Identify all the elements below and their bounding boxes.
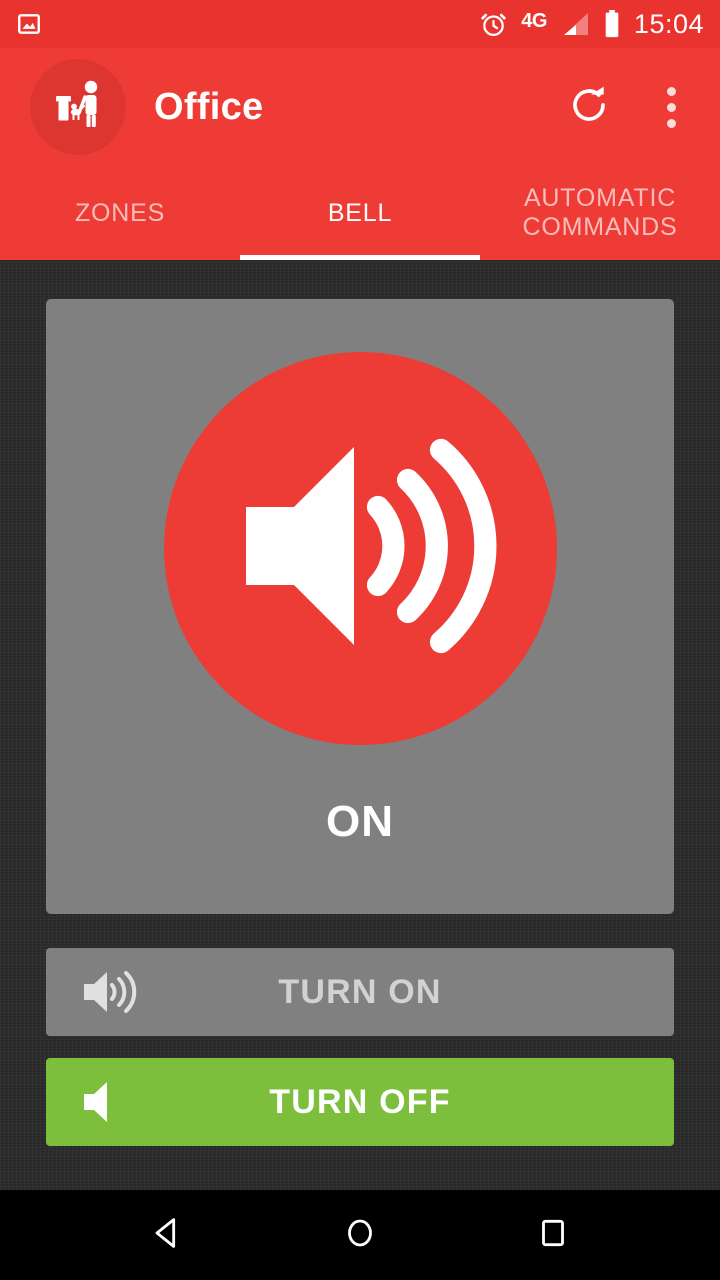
tab-zones-label: ZONES xyxy=(74,198,166,227)
alarm-clock-icon xyxy=(479,10,508,39)
tab-automatic-commands[interactable]: AUTOMATIC COMMANDS xyxy=(480,166,720,260)
app-title: Office xyxy=(154,85,264,128)
turn-off-button[interactable]: TURN OFF xyxy=(46,1058,674,1146)
status-bar-clock: 15:04 xyxy=(633,8,704,39)
android-nav-bar xyxy=(0,1190,720,1280)
back-triangle-icon xyxy=(147,1213,187,1258)
bell-state-indicator xyxy=(163,352,557,745)
refresh-button[interactable] xyxy=(562,80,616,134)
turn-on-button[interactable]: TURN ON xyxy=(46,948,674,1036)
status-bar-system-icons: 4G 15:04 xyxy=(479,10,704,39)
phone-screen: 4G 15:04 Office ZONES BELL AUTOMATIC COM… xyxy=(0,0,720,1280)
main-content: ON TURN ON TURN OFF xyxy=(0,260,720,1190)
speaker-loud-icon xyxy=(222,423,498,674)
tab-zones[interactable]: ZONES xyxy=(0,166,240,260)
nav-recents-button[interactable] xyxy=(518,1200,588,1270)
home-circle-icon xyxy=(340,1213,380,1258)
tab-bell-label: BELL xyxy=(327,198,393,227)
bell-state-card: ON xyxy=(46,299,674,914)
image-icon xyxy=(16,11,42,37)
refresh-icon xyxy=(568,84,610,131)
speaker-mute-icon xyxy=(80,1076,142,1128)
recents-square-icon xyxy=(533,1213,573,1258)
status-bar-notifications xyxy=(16,11,42,37)
status-bar: 4G 15:04 xyxy=(0,0,720,48)
family-pet-logo-icon xyxy=(47,74,109,141)
signal-bars-icon xyxy=(560,11,590,37)
app-logo xyxy=(30,59,126,155)
network-type-label: 4G xyxy=(521,10,547,32)
app-bar: Office xyxy=(0,48,720,166)
app-bar-actions xyxy=(562,80,698,134)
tab-automatic-commands-label: AUTOMATIC COMMANDS xyxy=(522,184,678,241)
battery-icon xyxy=(603,10,621,38)
overflow-menu-icon xyxy=(666,86,676,128)
tab-bar: ZONES BELL AUTOMATIC COMMANDS xyxy=(0,166,720,260)
speaker-waves-icon xyxy=(80,966,142,1018)
overflow-menu-button[interactable] xyxy=(644,80,698,134)
tab-bell[interactable]: BELL xyxy=(240,166,480,260)
nav-back-button[interactable] xyxy=(132,1200,202,1270)
bell-status-label: ON xyxy=(326,797,394,846)
nav-home-button[interactable] xyxy=(325,1200,395,1270)
